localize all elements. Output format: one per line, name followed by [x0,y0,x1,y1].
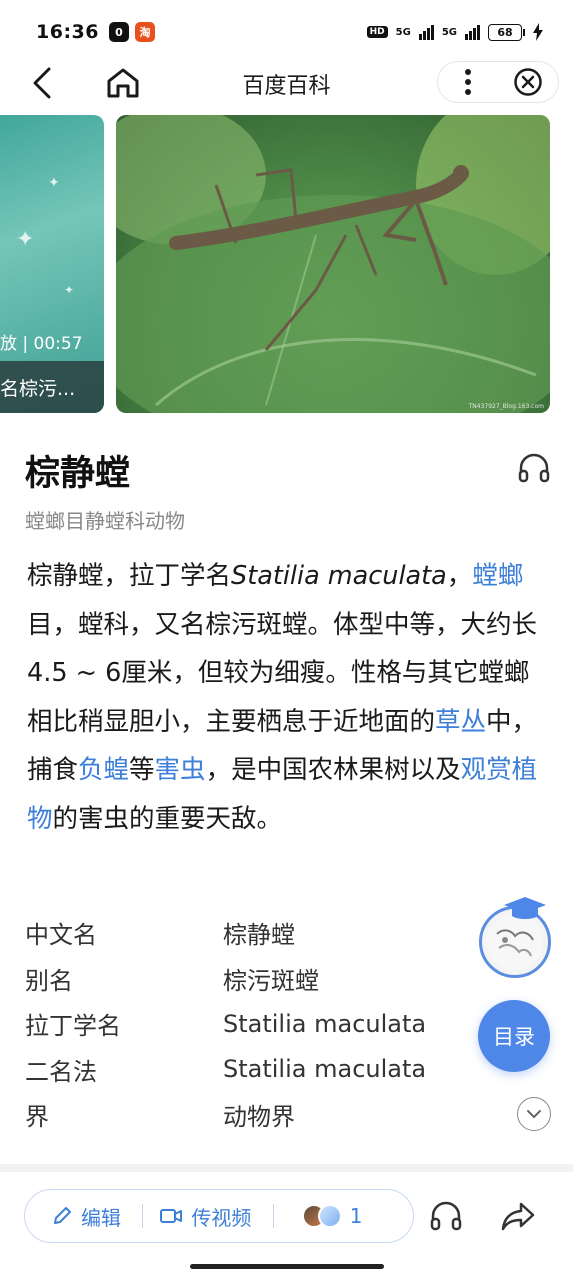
mantis-photo[interactable]: TN437927_Blog.163.com [116,115,550,413]
mantis-image [116,115,550,413]
table-of-contents-button[interactable]: 目录 [478,1000,550,1072]
infobox-value: 棕静螳 [223,921,295,950]
share-button[interactable] [498,1196,538,1236]
network-type-1: 5G [395,26,411,38]
pencil-icon [54,1207,71,1224]
link-pest[interactable]: 害虫 [155,755,206,785]
infobox-label: 界 [25,1103,49,1132]
infobox-value: Statilia maculata [223,1055,427,1084]
infobox-row: 中文名 棕静螳 [25,910,475,956]
charging-icon [533,23,543,41]
hd-icon: HD [366,26,388,38]
battery-icon: 68 [488,23,525,41]
nav-bar: 百度百科 [0,58,573,108]
summary-text: 的害虫的重要天敌。 [52,803,283,834]
listen-button[interactable] [514,450,554,486]
latin-name: Statilia maculata [231,561,447,591]
bottom-listen-button[interactable] [427,1196,465,1236]
contributors-count: 1 [349,1204,363,1228]
sparkle-icon: ✦ [48,175,60,191]
infobox-row: 别名 棕污斑螳 [25,956,475,1002]
upload-video-button[interactable]: 传视频 [143,1189,272,1243]
close-button[interactable] [498,62,558,102]
share-icon [501,1202,535,1231]
contributor-avatar [317,1204,342,1228]
infobox-value: 动物界 [223,1103,295,1132]
entry-subtitle: 螳螂目静螳科动物 [25,509,185,533]
link-mantis[interactable]: 螳螂 [472,561,523,591]
bottom-action-bar: 编辑 传视频 1 [24,1189,414,1243]
home-indicator[interactable] [190,1264,384,1269]
taobao-notification-icon: 淘 [134,22,155,42]
infobox-label: 二名法 [25,1057,97,1086]
video-card[interactable]: ✦ ✦ ✦ 放 | 00:57 名棕污... [0,115,104,413]
infobox: 中文名 棕静螳 别名 棕污斑螳 拉丁学名 Statilia maculata 二名法 S… [25,910,475,1138]
summary-text: ，是中国农林果树以及 [205,755,461,785]
photo-watermark: TN437927_Blog.163.com [468,403,544,410]
link-grass[interactable]: 草丛 [435,707,486,737]
chevron-down-icon [527,1110,541,1118]
more-icon [465,69,471,95]
headphones-icon [430,1201,462,1231]
graduation-cap-icon [504,897,546,919]
video-camera-icon [160,1209,183,1223]
infobox-row: 二名法 Statilia maculata [25,1047,475,1093]
signal-icon-2 [465,24,480,40]
network-type-2: 5G [441,26,457,38]
infobox-label: 中文名 [25,921,97,950]
sparkle-icon: ✦ [16,227,35,252]
expand-infobox-button[interactable] [517,1097,551,1131]
summary-text: ， [446,561,473,591]
status-bar: 16:36 0 淘 HD 5G 5G 68 [0,0,573,64]
app-notification-icon: 0 [108,22,129,42]
video-caption: 名棕污... [0,361,104,413]
infobox-row: 界 动物界 [25,1092,475,1138]
summary-text: 等 [129,755,155,785]
infobox-label: 拉丁学名 [25,1012,121,1041]
summary-text: 棕静螳，拉丁学名 [27,561,232,591]
signal-icon [418,24,434,40]
media-carousel[interactable]: ✦ ✦ ✦ 放 | 00:57 名棕污... TN437927_Blog.163… [0,115,573,415]
section-divider [0,1164,573,1172]
status-time: 16:36 [36,21,99,43]
headphones-icon [518,453,550,483]
infobox-value: 棕污斑螳 [223,966,319,995]
more-button[interactable] [438,62,498,102]
infobox-row: 拉丁学名 Statilia maculata [25,1001,475,1047]
sparkle-icon: ✦ [64,283,75,297]
infobox-value: Statilia maculata [223,1009,427,1038]
status-indicators: HD 5G 5G 68 [366,23,543,41]
upload-video-label: 传视频 [191,1205,252,1230]
entry-title: 棕静螳 [25,454,131,494]
close-icon [514,68,542,96]
edit-label: 编辑 [81,1205,121,1230]
mini-app-capsule [437,61,559,103]
link-locust[interactable]: 负蝗 [78,755,129,785]
infobox-label: 别名 [25,966,73,995]
video-duration: 放 | 00:57 [0,334,83,354]
contributors-button[interactable]: 1 [274,1189,413,1243]
edit-button[interactable]: 编辑 [25,1189,142,1243]
entry-summary: 棕静螳，拉丁学名Statilia maculata，螳螂目，螳科，又名棕污斑螳。… [27,552,539,843]
battery-level: 68 [488,23,522,41]
